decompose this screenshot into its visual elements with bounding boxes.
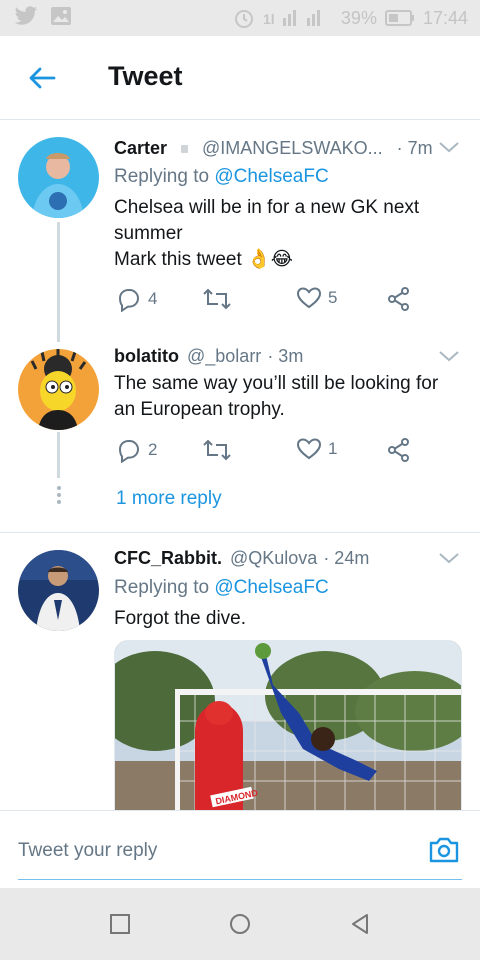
user-handle[interactable]: @QKulova <box>230 548 317 569</box>
twitter-icon <box>14 6 37 25</box>
tweet-text: Chelsea will be in for a new GK next sum… <box>114 195 464 273</box>
replying-prefix: Replying to <box>114 166 215 187</box>
thread-dots <box>55 486 63 507</box>
heart-icon <box>296 438 322 460</box>
avatar[interactable] <box>18 137 99 218</box>
status-bar-left <box>14 6 72 26</box>
battery-percent: 39% <box>340 8 377 28</box>
share-icon <box>388 438 409 462</box>
retweet-button[interactable] <box>202 286 238 312</box>
avatar[interactable] <box>18 349 99 430</box>
battery-icon <box>384 10 414 26</box>
tweet-time: · 7m <box>396 138 433 158</box>
reply-input[interactable] <box>18 833 408 869</box>
reply-composer <box>0 810 480 888</box>
retweet-button[interactable] <box>202 437 238 463</box>
like-button[interactable]: 1 <box>296 437 337 461</box>
tweet-actions: 2 1 <box>116 437 416 467</box>
chevron-down-icon[interactable] <box>438 140 460 154</box>
like-count: 5 <box>328 288 338 307</box>
system-nav-bar <box>0 888 480 960</box>
chevron-down-icon[interactable] <box>438 349 460 363</box>
mention-link[interactable]: @ChelseaFC <box>214 577 328 598</box>
tweet-time: · 24m <box>323 548 370 568</box>
mention-link[interactable]: @ChelseaFC <box>214 166 328 187</box>
back-nav-button[interactable] <box>348 912 372 936</box>
replying-to: Replying to @ChelseaFC <box>114 166 329 188</box>
reply-button[interactable]: 4 <box>116 286 157 312</box>
image-icon <box>51 7 71 25</box>
tweet-header-row: Carter @IMANGELSWAKO... · 7m <box>114 138 433 159</box>
status-bar-right: 1l 39% 17:44 <box>233 7 468 29</box>
home-button[interactable] <box>228 912 252 936</box>
tweet-header-row: bolatito @_bolarr · 3m <box>114 346 303 367</box>
share-button[interactable] <box>386 437 412 463</box>
tweet-text-line: The same way you’ll still be looking for <box>114 373 439 394</box>
status-time: 17:44 <box>422 8 468 28</box>
reply-count: 2 <box>148 440 158 459</box>
tweet-header-row: CFC_Rabbit. @QKulova · 24m <box>114 548 369 569</box>
tweet-header: Tweet <box>0 36 480 120</box>
user-handle[interactable]: @_bolarr <box>187 346 261 367</box>
status-bar: 1l 39% 17:44 <box>0 0 480 36</box>
recent-apps-button[interactable] <box>108 912 132 936</box>
lock-icon <box>181 144 189 153</box>
back-button[interactable] <box>26 62 58 94</box>
display-name[interactable]: Carter <box>114 138 167 159</box>
camera-icon[interactable] <box>428 835 460 865</box>
tweet-text: The same way you’ll still be looking for… <box>114 371 464 423</box>
replying-prefix: Replying to <box>114 577 215 598</box>
tweet-text: Forgot the dive. <box>114 606 464 632</box>
avatar[interactable] <box>18 550 99 631</box>
reply-icon <box>118 289 140 312</box>
more-replies-link[interactable]: 1 more reply <box>116 488 222 510</box>
thread-line <box>57 222 60 342</box>
signal-icon: 1l <box>263 10 320 27</box>
tweet-text-line: Chelsea will be in for a new GK next <box>114 197 420 218</box>
chevron-down-icon[interactable] <box>438 551 460 565</box>
display-name[interactable]: CFC_Rabbit. <box>114 548 222 569</box>
thread-line <box>57 432 60 478</box>
retweet-icon <box>203 439 231 461</box>
user-handle[interactable]: @IMANGELSWAKO... <box>202 138 383 159</box>
goalkeeper-photo: DIAMOND <box>115 641 461 811</box>
reply-icon <box>118 440 140 463</box>
arrow-left-icon <box>29 67 56 89</box>
tweet-text-line: summer <box>114 223 183 244</box>
page-title: Tweet <box>108 61 183 91</box>
reply-button[interactable]: 2 <box>116 437 157 463</box>
tweet-text-line: an European trophy. <box>114 399 285 420</box>
composer-underline <box>18 879 462 880</box>
svg-text:1l: 1l <box>263 11 275 27</box>
display-name[interactable]: bolatito <box>114 346 179 367</box>
alarm-icon <box>234 10 253 28</box>
share-button[interactable] <box>386 286 412 312</box>
divider <box>0 532 480 533</box>
heart-icon <box>296 287 322 309</box>
like-button[interactable]: 5 <box>296 286 337 310</box>
tweet-actions: 4 5 <box>116 286 416 316</box>
tweet-text-line: Mark this tweet 👌😂 <box>114 249 293 270</box>
reply-count: 4 <box>148 289 158 308</box>
replying-to: Replying to @ChelseaFC <box>114 577 329 599</box>
retweet-icon <box>203 288 231 310</box>
share-icon <box>388 287 409 311</box>
tweet-media-image[interactable]: DIAMOND <box>114 640 462 812</box>
tweet-time: · 3m <box>267 346 304 366</box>
like-count: 1 <box>328 439 338 458</box>
tweet-text-line: Forgot the dive. <box>114 608 247 629</box>
